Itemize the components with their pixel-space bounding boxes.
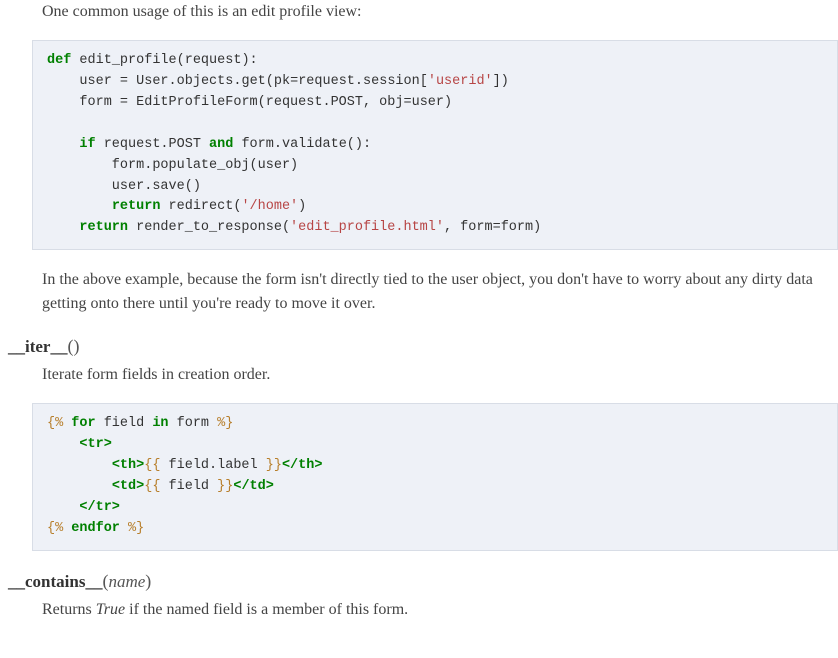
code-token: <tr> [79, 437, 111, 452]
text: if the named field is a member of this f… [125, 601, 408, 618]
code-token: def [47, 53, 71, 68]
code-token: , form [444, 220, 493, 235]
code-token: {{ [144, 479, 160, 494]
code-token: POST, obj [331, 95, 404, 110]
code-token: ]) [493, 74, 509, 89]
code-token: in [152, 416, 168, 431]
code-token: return [112, 199, 161, 214]
code-token: }} [217, 479, 233, 494]
code-token: </tr> [79, 500, 120, 515]
code-token [47, 458, 112, 473]
code-token: form [233, 137, 274, 152]
code-token: user) [412, 95, 453, 110]
code-token: POST [169, 137, 210, 152]
code-token: field [96, 416, 153, 431]
code-token: field.label [160, 458, 265, 473]
intro-paragraph: One common usage of this is an edit prof… [42, 0, 838, 24]
code-token: . [355, 74, 363, 89]
code-token: = [290, 74, 298, 89]
code-token: </td> [233, 479, 274, 494]
code-token: save() [152, 179, 201, 194]
code-example-iter: {% for field in form %} <tr> <th>{{ fiel… [32, 403, 838, 551]
code-token: if [79, 137, 95, 152]
code-token: 'userid' [428, 74, 493, 89]
code-token: return [79, 220, 128, 235]
code-token: . [169, 74, 177, 89]
code-example-edit-profile: def edit_profile(request): user = User.o… [32, 40, 838, 250]
code-token: '/home' [241, 199, 298, 214]
method-contains-desc: Returns True if the named field is a mem… [42, 598, 838, 622]
code-token: render_to_response( [128, 220, 290, 235]
method-iter-desc: Iterate form fields in creation order. [42, 363, 838, 387]
code-token: {% [47, 521, 63, 536]
code-token [47, 479, 112, 494]
method-iter: __iter__() [8, 336, 838, 357]
code-token: . [274, 137, 282, 152]
code-token: get(pk [241, 74, 290, 89]
code-token: form) [501, 220, 542, 235]
code-token: = [120, 95, 128, 110]
doc-section: One common usage of this is an edit prof… [0, 0, 838, 658]
code-token: objects [177, 74, 234, 89]
code-token: %} [128, 521, 144, 536]
code-token [47, 437, 79, 452]
method-parens: () [67, 336, 79, 356]
code-token: {% [47, 416, 63, 431]
code-token: . [322, 95, 330, 110]
code-token: }} [266, 458, 282, 473]
code-token: </th> [282, 458, 323, 473]
code-token: for [63, 416, 95, 431]
code-token: 'edit_profile.html' [290, 220, 444, 235]
code-token: <td> [112, 479, 144, 494]
explain-paragraph: In the above example, because the form i… [42, 268, 838, 316]
text-em: True [96, 601, 125, 618]
code-token: ) [298, 199, 306, 214]
code-token: redirect( [160, 199, 241, 214]
code-token: . [160, 137, 168, 152]
code-token: {{ [144, 458, 160, 473]
code-token: and [209, 137, 233, 152]
code-token: validate(): [282, 137, 371, 152]
code-token: edit_profile(request): [71, 53, 257, 68]
code-token: user [47, 74, 120, 89]
code-token: endfor [63, 521, 128, 536]
method-paren-close: ) [145, 571, 151, 591]
method-contains: __contains__(name) [8, 571, 838, 592]
code-token [47, 500, 79, 515]
code-token: field [160, 479, 217, 494]
code-token: session[ [363, 74, 428, 89]
code-token: = [120, 74, 128, 89]
code-token: user [47, 179, 144, 194]
code-token: form [47, 95, 120, 110]
code-token: request [298, 74, 355, 89]
code-token: User [128, 74, 169, 89]
code-token: %} [217, 416, 233, 431]
method-param: name [108, 572, 145, 591]
code-token: = [493, 220, 501, 235]
code-token: request [96, 137, 161, 152]
code-token: <th> [112, 458, 144, 473]
method-name: __contains__ [8, 572, 102, 591]
code-token: form [47, 158, 144, 173]
code-token: EditProfileForm(request [128, 95, 322, 110]
code-token: populate_obj(user) [152, 158, 298, 173]
code-token: form [169, 416, 218, 431]
text: Returns [42, 601, 96, 618]
code-token: = [404, 95, 412, 110]
method-name: __iter__ [8, 337, 67, 356]
